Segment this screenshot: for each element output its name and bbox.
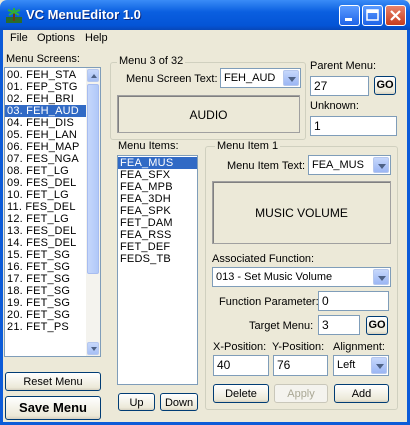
maximize-button[interactable] [362, 5, 383, 26]
scroll-thumb[interactable] [87, 84, 99, 274]
list-item[interactable]: FEDS_TB [118, 253, 197, 265]
target-menu-label: Target Menu: [249, 320, 314, 332]
menu-screens-label: Menu Screens: [6, 53, 80, 65]
list-item[interactable]: 13. FES_DEL [5, 225, 86, 237]
screens-scrollbar[interactable] [86, 68, 100, 356]
function-parameter-label: Function Parameter: [219, 296, 319, 308]
associated-function-select[interactable]: 013 - Set Music Volume [212, 267, 391, 287]
function-parameter-field[interactable]: 0 [318, 291, 389, 311]
menu-screen-text-label: Menu Screen Text: [126, 73, 218, 85]
list-item[interactable]: 10. FET_LG [5, 189, 86, 201]
menu-options[interactable]: Options [37, 32, 75, 44]
menu-item-text-label: Menu Item Text: [227, 160, 306, 172]
target-menu-go-button[interactable]: GO [366, 316, 388, 335]
alignment-select[interactable]: Left [333, 355, 389, 376]
list-item[interactable]: 03. FEH_AUD [5, 105, 86, 117]
menu-item-preview: MUSIC VOLUME [212, 181, 391, 244]
list-item[interactable]: FET_DAM [118, 217, 197, 229]
alignment-label: Alignment: [333, 341, 385, 353]
list-item[interactable]: FEA_RSS [118, 229, 197, 241]
list-item[interactable]: 08. FET_LG [5, 165, 86, 177]
y-position-label: Y-Position: [272, 341, 325, 353]
minimize-icon [345, 18, 352, 21]
window-title: VC MenuEditor 1.0 [26, 7, 141, 22]
list-item[interactable]: 20. FET_SG [5, 309, 86, 321]
list-item[interactable]: FEA_SPK [118, 205, 197, 217]
list-item[interactable]: 17. FET_SG [5, 273, 86, 285]
parent-menu-label: Parent Menu: [310, 60, 377, 72]
list-item[interactable]: 07. FES_NGA [5, 153, 86, 165]
move-up-button[interactable]: Up [118, 393, 155, 411]
y-position-field[interactable]: 76 [273, 355, 328, 376]
list-item[interactable]: 11. FES_DEL [5, 201, 86, 213]
list-item[interactable]: FEA_MUS [118, 157, 197, 169]
list-item[interactable]: 05. FEH_LAN [5, 129, 86, 141]
app-icon [6, 7, 22, 23]
unknown-field[interactable]: 1 [310, 116, 397, 136]
chevron-down-icon[interactable] [373, 157, 389, 173]
associated-function-label: Associated Function: [212, 253, 315, 265]
close-button[interactable] [385, 5, 406, 26]
menu-items-label: Menu Items: [118, 140, 179, 152]
minimize-button[interactable] [339, 5, 360, 26]
scroll-down-arrow-icon[interactable] [87, 342, 99, 355]
chevron-down-icon[interactable] [371, 357, 387, 374]
menu-screen-text-select[interactable]: FEH_AUD [220, 68, 301, 88]
scroll-up-arrow-icon[interactable] [87, 69, 99, 82]
list-item[interactable]: 09. FES_DEL [5, 177, 86, 189]
list-item[interactable]: FEA_SFX [118, 169, 197, 181]
alignment-value: Left [337, 359, 356, 371]
target-menu-field[interactable]: 3 [318, 315, 360, 335]
chevron-down-icon[interactable] [283, 70, 299, 86]
reset-menu-button[interactable]: Reset Menu [5, 372, 101, 391]
parent-menu-go-button[interactable]: GO [374, 76, 396, 95]
menu-item-text-select[interactable]: FEA_MUS [308, 155, 391, 175]
menu-item-text-value: FEA_MUS [312, 159, 364, 171]
list-item[interactable]: 00. FEH_STA [5, 69, 86, 81]
menu-help[interactable]: Help [85, 32, 108, 44]
associated-function-value: 013 - Set Music Volume [216, 271, 333, 283]
list-item[interactable]: 14. FES_DEL [5, 237, 86, 249]
apply-button[interactable]: Apply [274, 384, 328, 403]
unknown-label: Unknown: [310, 100, 359, 112]
menu-preview: AUDIO [117, 95, 300, 133]
menu-items-list[interactable]: FEA_MUS FEA_SFX FEA_MPB FEA_3DH FEA_SPK FET_D… [117, 155, 198, 385]
list-item[interactable]: FEA_3DH [118, 193, 197, 205]
menu-screen-text-value: FEH_AUD [224, 72, 276, 84]
close-icon [390, 10, 401, 21]
chevron-down-icon[interactable] [373, 269, 389, 285]
x-position-label: X-Position: [213, 341, 267, 353]
list-item[interactable]: 01. FEP_STG [5, 81, 86, 93]
list-item[interactable]: 04. FEH_DIS [5, 117, 86, 129]
list-item[interactable]: 15. FET_SG [5, 249, 86, 261]
menu-group-label: Menu 3 of 32 [117, 55, 186, 67]
menu-item-group-label: Menu Item 1 [215, 140, 281, 152]
parent-menu-field[interactable]: 27 [310, 76, 369, 96]
save-menu-button[interactable]: Save Menu [5, 396, 101, 420]
list-item[interactable]: 19. FET_SG [5, 297, 86, 309]
list-item[interactable]: 18. FET_SG [5, 285, 86, 297]
list-item[interactable]: FEA_MPB [118, 181, 197, 193]
delete-button[interactable]: Delete [213, 384, 269, 403]
list-item[interactable]: 12. FET_LG [5, 213, 86, 225]
list-item[interactable]: 21. FET_PS [5, 321, 86, 333]
list-item[interactable]: 16. FET_SG [5, 261, 86, 273]
x-position-field[interactable]: 40 [213, 355, 269, 376]
list-item[interactable]: 02. FEH_BRI [5, 93, 86, 105]
menu-screens-list[interactable]: 00. FEH_STA 01. FEP_STG 02. FEH_BRI 03. FEH… [4, 67, 101, 357]
move-down-button[interactable]: Down [160, 393, 198, 411]
list-item[interactable]: FET_DEF [118, 241, 197, 253]
menu-file[interactable]: File [10, 32, 28, 44]
menu-bar: File Options Help [3, 30, 407, 47]
maximize-icon [366, 9, 379, 21]
list-item[interactable]: 06. FEH_MAP [5, 141, 86, 153]
add-button[interactable]: Add [334, 384, 389, 403]
